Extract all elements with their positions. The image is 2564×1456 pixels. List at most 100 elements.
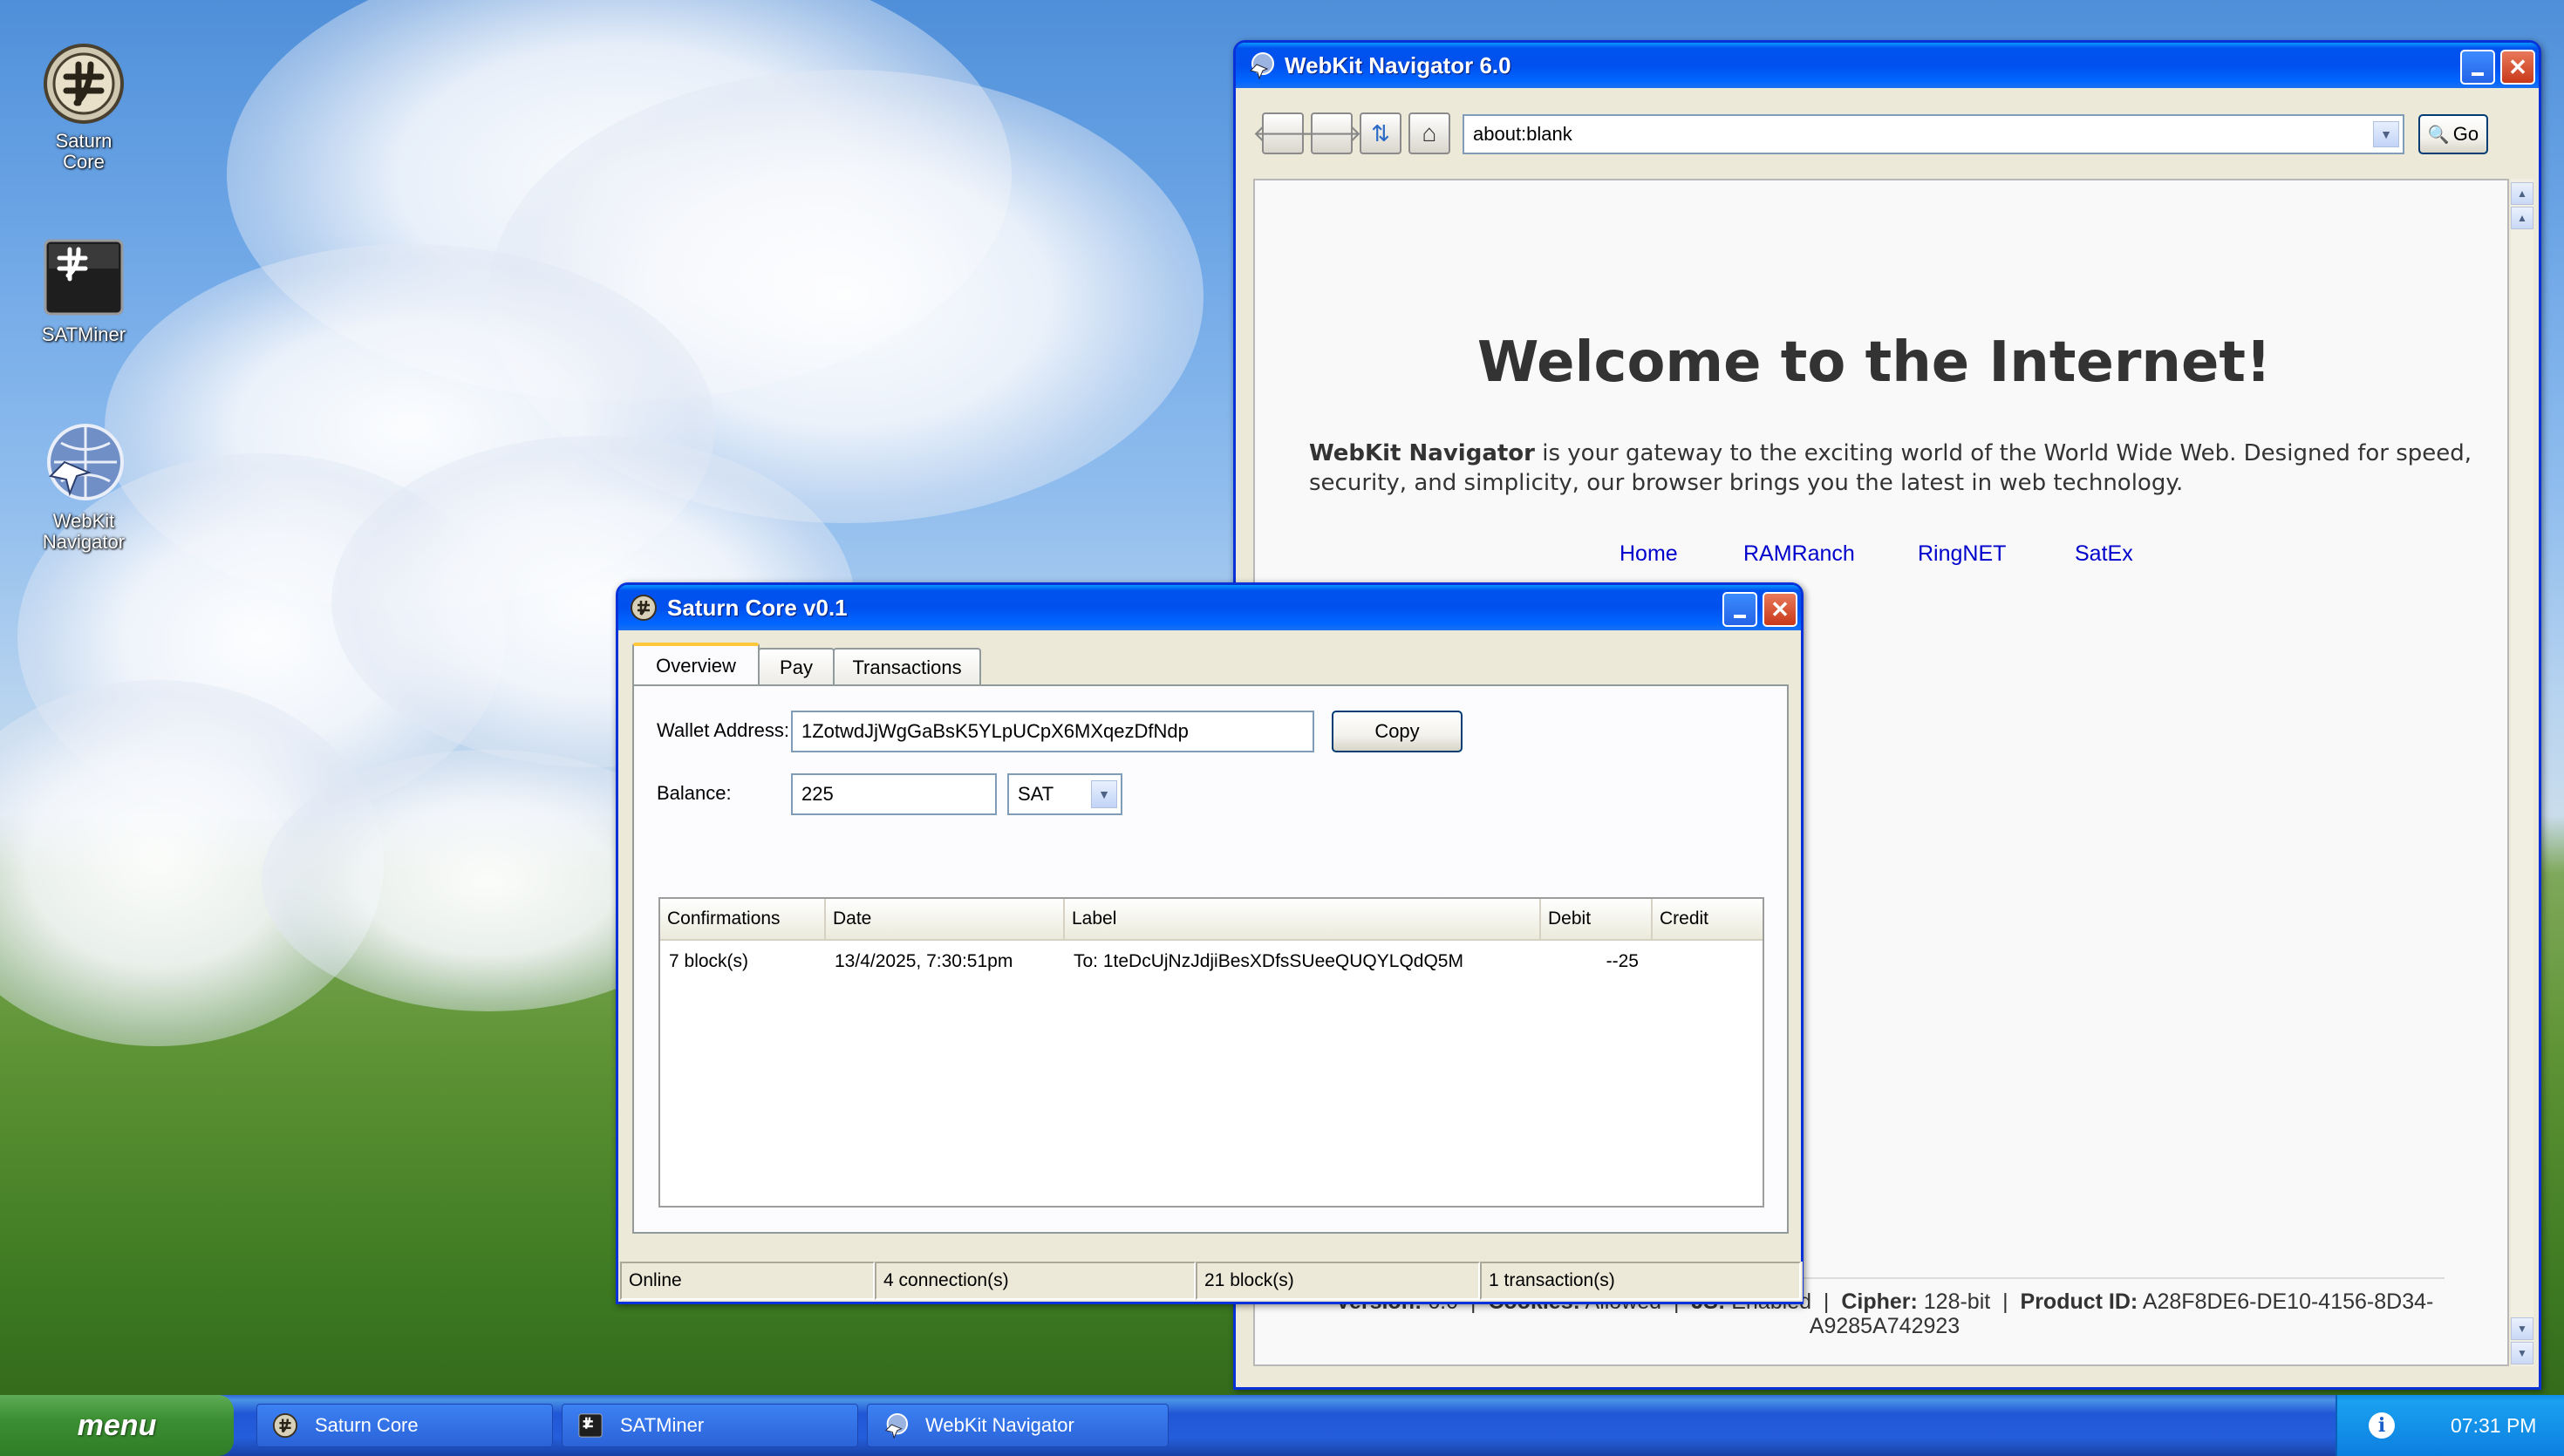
column-header-date[interactable]: Date <box>826 899 1065 939</box>
status-text: 21 block(s) <box>1204 1270 1294 1290</box>
refresh-button[interactable]: ⇅ <box>1360 112 1401 154</box>
scrollbar[interactable]: ▲ ▲ ▼ ▼ <box>2511 179 2533 1366</box>
search-icon: 🔍 <box>2427 125 2450 145</box>
desktop-icon-satminer[interactable]: SATMiner <box>23 235 145 345</box>
cell-confirmations: 7 block(s) <box>669 951 749 971</box>
satminer-icon <box>42 235 126 319</box>
footer-value: A9285A742923 <box>1809 1314 1961 1338</box>
saturn-core-icon <box>271 1412 299 1439</box>
minimize-icon <box>1734 615 1746 618</box>
desktop-icon-webkit-navigator[interactable]: WebKit Navigator <box>23 422 145 553</box>
browser-titlebar[interactable]: WebKit Navigator 6.0 ✕ <box>1236 43 2539 88</box>
address-text: about:blank <box>1473 123 1572 145</box>
unit-value: SAT <box>1018 783 1054 805</box>
status-connections: 4 connection(s) <box>875 1262 1196 1300</box>
intro-paragraph: WebKit Navigator is your gateway to the … <box>1309 439 2495 498</box>
wallet-titlebar[interactable]: Saturn Core v0.1 ✕ <box>618 585 1801 630</box>
cell-debit: --25 <box>1606 951 1639 971</box>
transactions-table[interactable]: Confirmations Date Label Debit Credit 7 … <box>658 897 1764 1208</box>
column-header-label: Confirmations <box>667 908 781 929</box>
close-button[interactable]: ✕ <box>1763 592 1797 627</box>
minimize-button[interactable] <box>1722 592 1757 627</box>
tab-label: Transactions <box>852 657 962 678</box>
link-home[interactable]: Home <box>1620 541 1678 567</box>
table-row[interactable]: 7 block(s) 13/4/2025, 7:30:51pm To: 1teD… <box>660 942 1763 983</box>
chevron-down-icon: ▼ <box>1091 780 1117 808</box>
column-header-label[interactable]: Label <box>1065 899 1541 939</box>
column-header-confirmations[interactable]: Confirmations <box>660 899 826 939</box>
scroll-down-icon[interactable]: ▼ <box>2511 1317 2533 1340</box>
column-header-label: Credit <box>1660 908 1709 929</box>
tab-pay[interactable]: Pay <box>758 648 835 686</box>
desktop-icon-label: WebKit <box>52 510 115 532</box>
status-text: 4 connection(s) <box>883 1270 1009 1290</box>
column-header-label: Debit <box>1548 908 1592 929</box>
desktop-icon-saturn-core[interactable]: Saturn Core <box>23 42 145 173</box>
satminer-icon <box>576 1412 604 1439</box>
status-transactions: 1 transaction(s) <box>1480 1262 1801 1300</box>
overview-panel: Wallet Address: 1ZotwdJjWgGaBsK5YLpUCpX6… <box>632 684 1789 1234</box>
refresh-icon: ⇅ <box>1371 119 1390 146</box>
balance-field[interactable]: 225 <box>791 773 997 815</box>
task-label: Saturn Core <box>315 1414 419 1436</box>
unit-select[interactable]: SAT ▼ <box>1007 773 1122 815</box>
saturn-core-icon <box>629 593 658 623</box>
home-icon: ⌂ <box>1422 119 1437 146</box>
page-heading: Welcome to the Internet! <box>1476 330 2272 395</box>
minimize-icon <box>2472 72 2484 76</box>
footer-value: 128-bit <box>1923 1289 1991 1314</box>
scroll-up-icon[interactable]: ▲ <box>2511 207 2533 229</box>
close-button[interactable]: ✕ <box>2500 50 2535 85</box>
scroll-down-icon[interactable]: ▼ <box>2511 1342 2533 1364</box>
back-button[interactable]: 🡐 <box>1252 112 1313 154</box>
go-button[interactable]: 🔍 Go <box>2418 114 2488 154</box>
forward-button[interactable]: 🡒 <box>1301 112 1362 154</box>
desktop-icon-label: Navigator <box>42 531 126 553</box>
wallet-window[interactable]: Saturn Core v0.1 ✕ Overview Pay Transact… <box>616 582 1804 1304</box>
start-menu-button[interactable]: menu <box>0 1395 234 1456</box>
desktop: Saturn Core SATMiner WebKit Navigator We… <box>0 0 2564 1456</box>
chevron-down-icon: ▼ <box>2373 121 2399 147</box>
link-ramranch[interactable]: RAMRanch <box>1743 541 1855 567</box>
footer-label: Product ID: <box>2020 1289 2138 1314</box>
tab-label: Overview <box>656 655 736 677</box>
minimize-button[interactable] <box>2460 50 2495 85</box>
task-webkit-navigator[interactable]: WebKit Navigator <box>867 1404 1169 1447</box>
link-satex[interactable]: SatEx <box>2075 541 2133 567</box>
tab-overview[interactable]: Overview <box>632 643 760 686</box>
column-header-label: Date <box>833 908 872 929</box>
cell-date: 13/4/2025, 7:30:51pm <box>835 951 1013 971</box>
clock[interactable]: 07:31 PM <box>2451 1414 2536 1438</box>
footer-separator: | <box>1823 1289 1830 1314</box>
tab-transactions[interactable]: Transactions <box>833 648 981 686</box>
status-blocks: 21 block(s) <box>1196 1262 1480 1300</box>
copy-label: Copy <box>1374 720 1420 742</box>
wallet-address-field[interactable]: 1ZotwdJjWgGaBsK5YLpUCpX6MXqezDfNdp <box>791 711 1314 752</box>
footer-value: A28F8DE6-DE10-4156-8D34- <box>2142 1289 2434 1314</box>
go-label: Go <box>2452 123 2479 145</box>
home-button[interactable]: ⌂ <box>1408 112 1450 154</box>
info-icon[interactable]: i <box>2369 1412 2395 1439</box>
status-text: 1 transaction(s) <box>1489 1270 1615 1290</box>
task-saturn-core[interactable]: Saturn Core <box>256 1404 553 1447</box>
status-online: Online <box>620 1262 875 1300</box>
cell-label: To: 1teDcUjNzJdjiBesXDfsSUeeQUQYLQdQ5M <box>1074 951 1463 971</box>
balance-value: 225 <box>801 783 834 805</box>
webkit-navigator-icon <box>882 1412 910 1439</box>
tab-label: Pay <box>780 657 813 678</box>
task-satminer[interactable]: SATMiner <box>562 1404 858 1447</box>
scroll-up-icon[interactable]: ▲ <box>2511 182 2533 205</box>
address-bar[interactable]: about:blank ▼ <box>1463 114 2404 154</box>
status-text: Online <box>629 1270 682 1290</box>
task-label: WebKit Navigator <box>925 1414 1074 1436</box>
link-ringnet[interactable]: RingNET <box>1918 541 2006 567</box>
intro-text: is your gateway to the exciting world of… <box>1534 440 2472 466</box>
status-bar: Online 4 connection(s) 21 block(s) 1 tra… <box>620 1262 1803 1302</box>
column-header-credit[interactable]: Credit <box>1653 899 1763 939</box>
system-tray: i 07:31 PM <box>2336 1395 2564 1456</box>
wallet-address-label: Wallet Address: <box>657 719 790 741</box>
intro-bold: WebKit Navigator <box>1309 440 1535 466</box>
column-header-debit[interactable]: Debit <box>1541 899 1653 939</box>
desktop-icon-label: SATMiner <box>41 323 126 345</box>
copy-button[interactable]: Copy <box>1332 711 1463 752</box>
